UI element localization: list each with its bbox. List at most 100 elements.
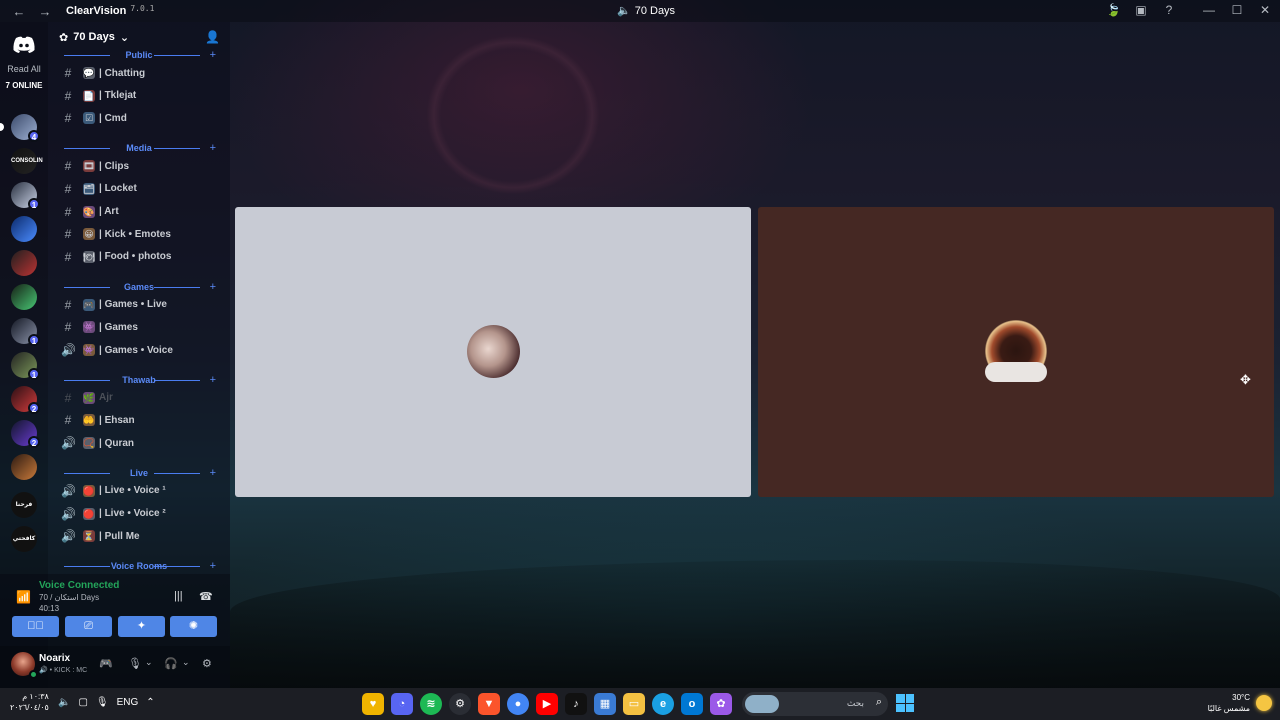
voice-room[interactable]: 70 / استكان Days [39, 593, 99, 602]
youtube-icon[interactable]: ▶ [536, 693, 558, 715]
channel-item[interactable]: 🔊 🔴 | Live • Voice ² [48, 503, 230, 525]
server-icon[interactable]: فرحنا [11, 492, 37, 518]
category-header[interactable]: Voice Rooms + [48, 559, 230, 573]
gear-icon[interactable]: ⚙ [202, 657, 212, 670]
category-header[interactable]: Games + [48, 280, 230, 294]
channel-name: | Cmd [99, 112, 127, 124]
start-icon[interactable] [896, 694, 914, 712]
maximize-icon[interactable]: ☐ [1230, 3, 1244, 17]
category-header[interactable]: Media + [48, 141, 230, 155]
close-icon[interactable]: ✕ [1258, 3, 1272, 17]
outlook-icon[interactable]: o [681, 693, 703, 715]
headphones-icon[interactable]: 🎧 [164, 657, 178, 670]
spotify-icon[interactable]: ≋ [420, 693, 442, 715]
channel-item[interactable]: # 🤲 | Ehsan [48, 409, 230, 431]
add-channel-icon[interactable]: + [210, 141, 216, 155]
channel-item[interactable]: # 📄 | Tklejat [48, 85, 230, 107]
server-icon[interactable] [11, 284, 37, 310]
chevron-down-icon[interactable]: ⌄ [182, 657, 190, 668]
server-icon[interactable]: كافحتي [11, 526, 37, 552]
server-icon[interactable]: 2 [11, 386, 40, 414]
channel-name: | Art [99, 206, 119, 217]
channel-item[interactable]: # 🌿 Ajr [48, 387, 230, 409]
channel-item[interactable]: 🔊 📿 | Quran [48, 432, 230, 454]
username[interactable]: Noarix [39, 653, 70, 664]
text-channel-icon: # [64, 320, 72, 335]
participant-tile[interactable] [758, 207, 1274, 497]
discord-taskbar-icon[interactable]: ◔ [391, 693, 413, 715]
soundboard-button[interactable]: ✺ [170, 616, 217, 637]
add-channel-icon[interactable]: + [210, 466, 216, 480]
channel-item[interactable]: 🔊 🔴 | Live • Voice ¹ [48, 480, 230, 502]
read-all-button[interactable]: Read All [0, 64, 48, 74]
taskbar-app-icon[interactable]: ♥ [362, 693, 384, 715]
gamepad-icon[interactable]: 🎮 [99, 657, 113, 670]
channel-item[interactable]: # 🎮 | Games • Live [48, 294, 230, 316]
participant-tile[interactable] [235, 207, 751, 497]
forward-button[interactable]: → [38, 4, 52, 19]
microphone-tray-icon[interactable]: 🎙 [96, 697, 109, 708]
channel-item[interactable]: # 😀 | Kick • Emotes [48, 223, 230, 245]
back-button[interactable]: ← [12, 4, 26, 19]
brave-icon[interactable]: ▼ [478, 693, 500, 715]
edge-icon[interactable]: e [652, 693, 674, 715]
category-header[interactable]: Thawab + [48, 373, 230, 387]
steam-icon[interactable]: ⚙ [449, 693, 471, 715]
network-icon[interactable]: ▢ [78, 697, 87, 708]
channel-item[interactable]: # 💬 | Chatting [48, 62, 230, 84]
invite-people-icon[interactable]: 👤 [205, 30, 220, 44]
screen-share-button[interactable]: ⎚ [65, 616, 112, 637]
signal-icon[interactable]: 📶 [16, 590, 31, 604]
channel-item[interactable]: 🔊 ⏳ | Pull Me [48, 525, 230, 547]
channel-item[interactable]: # 👾 | Games [48, 316, 230, 338]
weather-widget[interactable]: 30°C مشمس غالبًا [1208, 692, 1272, 714]
text-channel-icon: # [64, 66, 72, 80]
tiktok-icon[interactable]: ♪ [565, 693, 587, 715]
language-indicator[interactable]: ENG [117, 697, 139, 708]
inbox-icon[interactable]: ▣ [1134, 3, 1148, 17]
help-icon[interactable]: ? [1162, 3, 1176, 17]
channel-emoji-icon: 🌿 [83, 391, 95, 404]
minimize-icon[interactable]: — [1202, 3, 1216, 17]
camera-off-button[interactable]: ▭⃠ [12, 616, 59, 637]
add-channel-icon[interactable]: + [210, 280, 216, 294]
chevron-up-icon[interactable]: ⌃ [146, 697, 154, 708]
server-icon[interactable] [11, 216, 37, 242]
channel-item[interactable]: # 🎞 | Clips [48, 155, 230, 177]
channel-item[interactable]: # 🎨 | Art [48, 201, 230, 223]
discord-home-icon[interactable] [12, 36, 36, 54]
clock[interactable]: ١٠:٣٨ م ٢٠٢٦/٠٤/٠٥ [10, 691, 49, 713]
channel-item[interactable]: # 🗂 | Locket [48, 178, 230, 200]
volume-icon[interactable]: 🔈 [58, 697, 70, 708]
channel-item[interactable]: # 🍽 | Food • photos [48, 246, 230, 268]
server-icon[interactable]: 1 [11, 182, 40, 210]
activities-button[interactable]: ✦ [118, 616, 165, 637]
server-icon[interactable] [11, 454, 37, 480]
server-icon[interactable]: 4 [0, 114, 40, 142]
microsoft-store-icon[interactable]: ▦ [594, 693, 616, 715]
file-explorer-icon[interactable]: ▭ [623, 693, 645, 715]
channel-name: Ajr [99, 392, 113, 404]
add-channel-icon[interactable]: + [210, 373, 216, 387]
chevron-down-icon[interactable]: ⌄ [145, 657, 153, 668]
server-icon[interactable]: 1 [11, 352, 40, 380]
copilot-icon[interactable]: ✿ [710, 693, 732, 715]
disconnect-icon[interactable]: ☎ [199, 590, 213, 603]
category-header[interactable]: Public + [48, 48, 230, 62]
chrome-icon[interactable]: ● [507, 693, 529, 715]
microphone-icon[interactable]: 🎙 [128, 657, 142, 670]
server-icon[interactable]: 2 [11, 420, 40, 448]
add-channel-icon[interactable]: + [210, 48, 216, 62]
channel-item[interactable]: 🔊 👾 | Games • Voice [48, 339, 230, 361]
server-icon[interactable] [11, 250, 37, 276]
server-icon[interactable]: CONSOLIN [11, 148, 43, 174]
noise-suppression-icon[interactable]: ||| [174, 590, 183, 602]
category-header[interactable]: Live + [48, 466, 230, 480]
channel-emoji-icon: ☑ [83, 112, 95, 125]
leaf-icon[interactable]: 🍃 [1106, 3, 1121, 17]
channel-item[interactable]: # ☑ | Cmd [48, 107, 230, 129]
add-channel-icon[interactable]: + [210, 559, 216, 573]
voice-status[interactable]: Voice Connected [39, 580, 119, 591]
search-box[interactable]: بحث ⌕ [742, 692, 888, 716]
server-icon[interactable]: 1 [11, 318, 40, 346]
